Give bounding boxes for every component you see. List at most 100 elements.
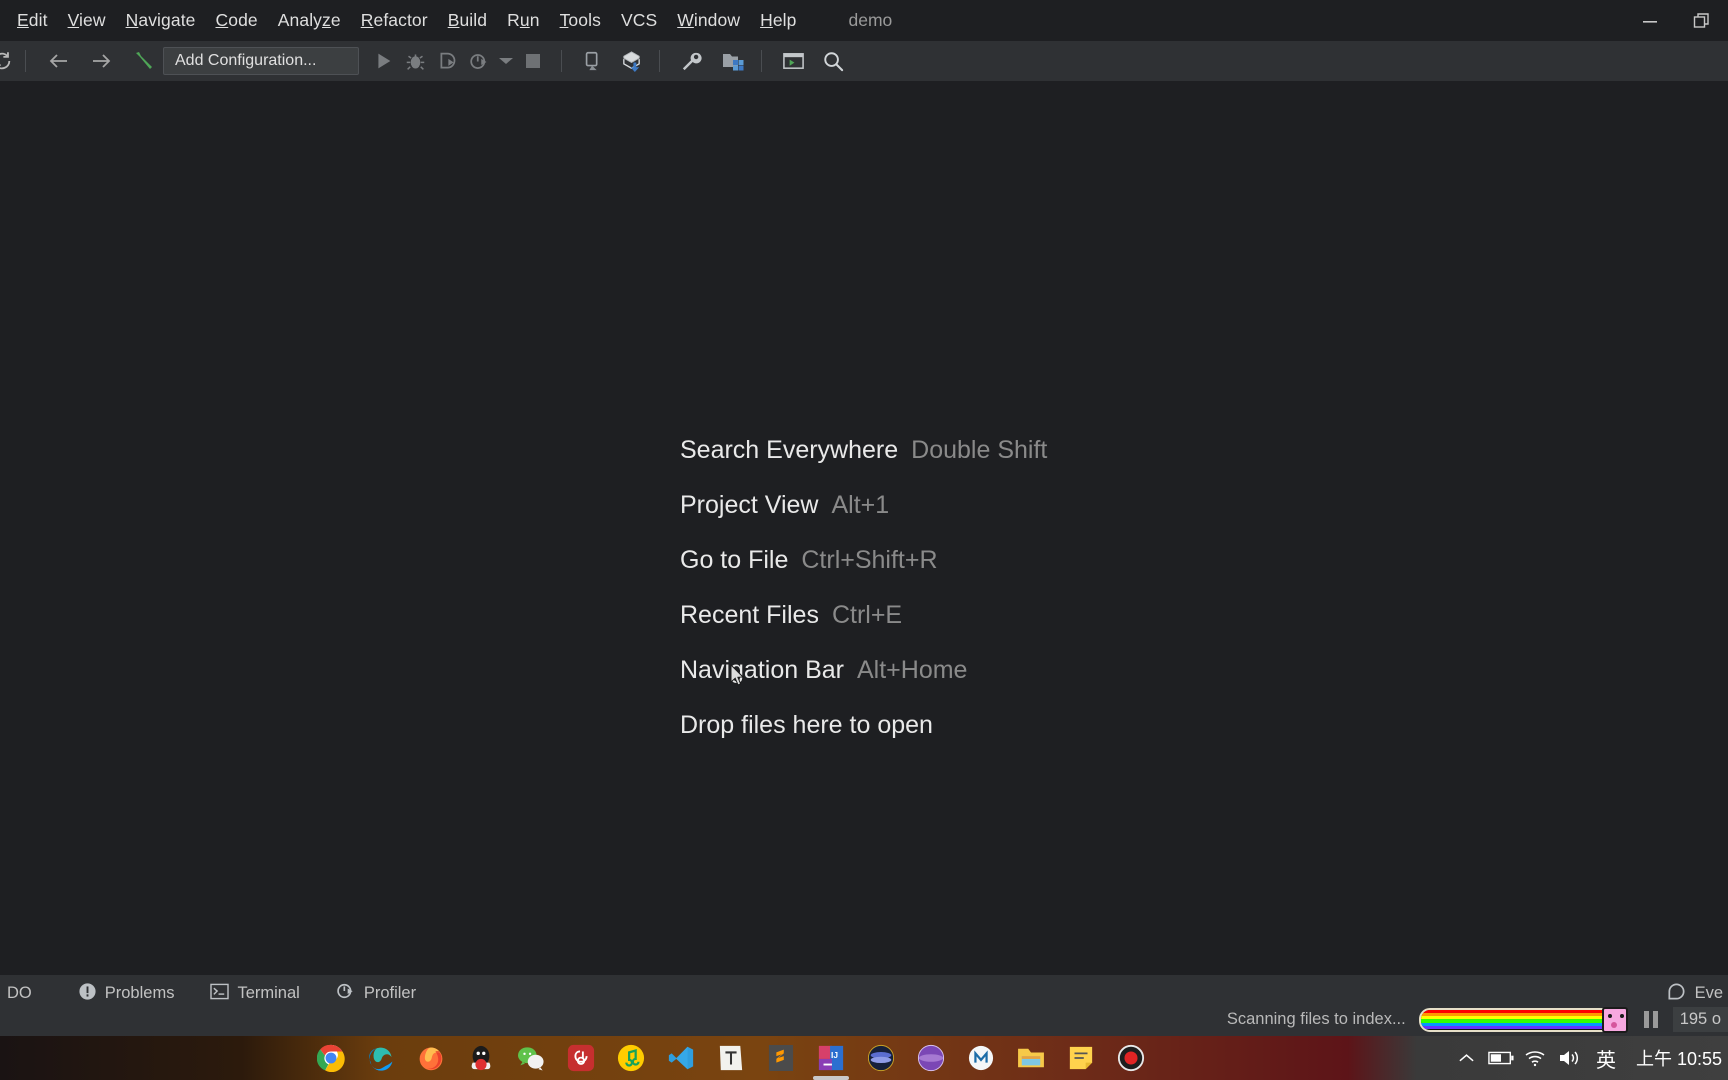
taskbar-app-microsoft-edge[interactable] bbox=[356, 1036, 406, 1080]
build-hammer-icon[interactable] bbox=[127, 46, 159, 76]
debug-bug-icon[interactable] bbox=[399, 46, 431, 76]
taskbar-app-intellij-idea[interactable]: IJ bbox=[806, 1036, 856, 1080]
taskbar-app-firefox[interactable] bbox=[406, 1036, 456, 1080]
wifi-icon[interactable] bbox=[1518, 1036, 1552, 1080]
shortcut-name: Search Everywhere bbox=[680, 436, 899, 464]
menu-bar: Edit View Navigate Code Analyze Refactor… bbox=[0, 0, 1728, 41]
minimize-button[interactable] bbox=[1624, 0, 1676, 41]
drop-files-label: Drop files here to open bbox=[680, 711, 933, 739]
taskbar-app-navicat[interactable] bbox=[856, 1036, 906, 1080]
scanning-status-label: Scanning files to index... bbox=[1226, 1010, 1406, 1028]
indexing-progress-row: Scanning files to index... 195 o bbox=[0, 1003, 1728, 1036]
shortcut-row-go-to-file[interactable]: Go to File Ctrl+Shift+R bbox=[680, 546, 1047, 575]
project-structure-icon[interactable] bbox=[717, 46, 749, 76]
shortcut-row-search-everywhere[interactable]: Search Everywhere Double Shift bbox=[680, 436, 1047, 465]
event-log-label: Eve bbox=[1694, 984, 1723, 1002]
show-hidden-icons-chevron-up-icon[interactable] bbox=[1450, 1036, 1484, 1080]
progress-bar-track bbox=[1418, 1007, 1624, 1032]
project-title: demo bbox=[848, 10, 893, 30]
menu-item-edit[interactable]: Edit bbox=[7, 8, 58, 33]
mouse-cursor bbox=[730, 663, 746, 688]
problems-icon bbox=[78, 982, 97, 1006]
toolbar-separator bbox=[25, 50, 26, 72]
pause-bar-right bbox=[1652, 1011, 1658, 1028]
terminal-label: Terminal bbox=[237, 984, 300, 1002]
menu-item-build[interactable]: Build bbox=[438, 8, 497, 33]
shortcut-row-project-view[interactable]: Project View Alt+1 bbox=[680, 491, 1047, 520]
taskbar-app-wechat[interactable] bbox=[506, 1036, 556, 1080]
svg-text:IJ: IJ bbox=[831, 1050, 838, 1060]
taskbar-app-vscode[interactable] bbox=[656, 1036, 706, 1080]
menu-item-tools[interactable]: Tools bbox=[550, 8, 611, 33]
pause-bar-left bbox=[1643, 1011, 1649, 1028]
editor-empty-state: Search Everywhere Double Shift Project V… bbox=[0, 81, 1728, 975]
restore-button[interactable] bbox=[1676, 0, 1728, 41]
shortcut-keys: Ctrl+E bbox=[831, 601, 903, 629]
shortcut-keys: Ctrl+Shift+R bbox=[801, 546, 938, 574]
menu-item-window[interactable]: Window bbox=[667, 8, 750, 33]
taskbar-app-notepad[interactable] bbox=[1056, 1036, 1106, 1080]
shortcut-hint-list: Search Everywhere Double Shift Project V… bbox=[680, 436, 1047, 740]
menu-item-code[interactable]: Code bbox=[206, 8, 268, 33]
toolbar-separator-4 bbox=[761, 50, 762, 72]
idea-window: Edit View Navigate Code Analyze Refactor… bbox=[0, 0, 1728, 1080]
nyan-progress-bar bbox=[1418, 1006, 1628, 1033]
menu-item-navigate[interactable]: Navigate bbox=[116, 8, 206, 33]
taskbar-clock[interactable]: 上午 10:55 bbox=[1626, 1045, 1728, 1071]
status-todo-label: DO bbox=[7, 984, 32, 1002]
settings-wrench-icon[interactable] bbox=[675, 46, 707, 76]
pause-indexing-button[interactable] bbox=[1638, 1008, 1664, 1032]
shortcut-name: Go to File bbox=[680, 546, 789, 574]
taskbar-app-maven-app[interactable] bbox=[956, 1036, 1006, 1080]
menu-items: Edit View Navigate Code Analyze Refactor… bbox=[0, 8, 892, 33]
toolbar-separator-3 bbox=[659, 50, 660, 72]
menu-item-view[interactable]: View bbox=[58, 8, 116, 33]
run-configuration-selector[interactable]: Add Configuration... bbox=[163, 47, 359, 75]
shortcut-name: Navigation Bar bbox=[680, 656, 844, 684]
menu-item-analyze[interactable]: Analyze bbox=[268, 8, 351, 33]
taskbar-app-google-chrome[interactable] bbox=[306, 1036, 356, 1080]
shortcut-name: Project View bbox=[680, 491, 819, 519]
taskbar-app-sublime-text[interactable] bbox=[756, 1036, 806, 1080]
taskbar-app-qq-music[interactable] bbox=[606, 1036, 656, 1080]
attach-to-process-icon[interactable] bbox=[577, 46, 609, 76]
battery-icon[interactable] bbox=[1484, 1036, 1518, 1080]
run-icon[interactable] bbox=[367, 46, 399, 76]
back-arrow-icon[interactable] bbox=[43, 46, 75, 76]
nyan-cat-icon bbox=[1601, 1006, 1628, 1033]
main-toolbar: Add Configuration... bbox=[0, 41, 1728, 81]
taskbar-app-recorder[interactable] bbox=[1106, 1036, 1156, 1080]
terminal-icon bbox=[210, 983, 230, 1005]
window-controls bbox=[1624, 0, 1728, 41]
update-project-icon[interactable] bbox=[615, 46, 647, 76]
search-everywhere-icon[interactable] bbox=[817, 46, 849, 76]
shortcut-row-recent-files[interactable]: Recent Files Ctrl+E bbox=[680, 601, 1047, 630]
menu-item-vcs[interactable]: VCS bbox=[611, 8, 667, 33]
taskbar-app-typora[interactable] bbox=[706, 1036, 756, 1080]
taskbar-app-qq[interactable] bbox=[456, 1036, 506, 1080]
volume-icon[interactable] bbox=[1552, 1036, 1586, 1080]
shortcut-name: Recent Files bbox=[680, 601, 819, 629]
ime-indicator[interactable]: 英 bbox=[1586, 1044, 1626, 1073]
menu-item-refactor[interactable]: Refactor bbox=[351, 8, 438, 33]
menu-item-help[interactable]: Help bbox=[750, 8, 806, 33]
shortcut-keys: Double Shift bbox=[911, 436, 1048, 464]
profiler-label: Profiler bbox=[363, 984, 417, 1002]
forward-arrow-icon[interactable] bbox=[85, 46, 117, 76]
menu-item-run[interactable]: Run bbox=[497, 8, 549, 33]
taskbar-app-purple-app[interactable] bbox=[906, 1036, 956, 1080]
profile-icon[interactable] bbox=[463, 46, 495, 76]
shortcut-keys: Alt+Home bbox=[856, 656, 968, 684]
shortcut-keys: Alt+1 bbox=[831, 491, 890, 519]
sync-icon[interactable] bbox=[0, 46, 18, 76]
memory-indicator[interactable]: 195 o bbox=[1672, 1007, 1728, 1032]
taskbar-app-file-explorer[interactable] bbox=[1006, 1036, 1056, 1080]
system-tray: 英 上午 10:55 bbox=[1450, 1036, 1728, 1080]
taskbar-apps: IJ bbox=[306, 1036, 1156, 1080]
drop-files-hint: Drop files here to open bbox=[680, 711, 1047, 740]
stop-icon[interactable] bbox=[517, 46, 549, 76]
run-with-coverage-icon[interactable] bbox=[431, 46, 463, 76]
terminal-icon[interactable] bbox=[777, 46, 809, 76]
chevron-down-icon[interactable] bbox=[495, 46, 517, 76]
taskbar-app-netease-music[interactable] bbox=[556, 1036, 606, 1080]
